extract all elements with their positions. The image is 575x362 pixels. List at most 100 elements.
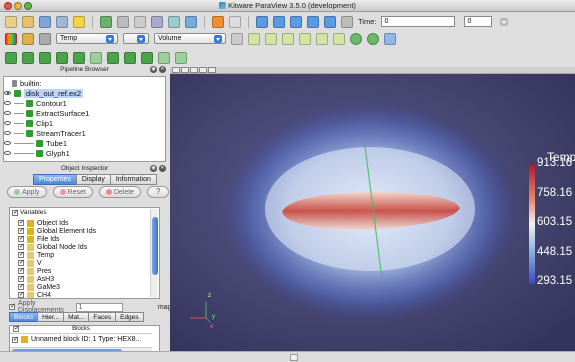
tab-faces[interactable]: Faces	[88, 312, 117, 322]
variable-checkbox[interactable]	[18, 290, 25, 298]
close-view-icon[interactable]	[208, 67, 216, 73]
representation-select[interactable]: Volume	[154, 33, 226, 44]
view-minus-y-icon[interactable]	[299, 32, 311, 45]
last-frame-icon[interactable]	[324, 15, 336, 28]
help-button[interactable]: ?	[147, 186, 170, 198]
warp-filter-icon[interactable]	[141, 51, 153, 64]
lookmark-icon[interactable]	[185, 15, 197, 28]
connect-icon[interactable]	[39, 15, 51, 28]
split-vertical-icon[interactable]	[181, 67, 189, 73]
slice-filter-icon[interactable]	[56, 51, 68, 64]
split-horizontal-icon[interactable]	[172, 67, 180, 73]
variables-scroll-thumb[interactable]	[152, 217, 158, 275]
help-icon[interactable]	[73, 15, 85, 28]
clip-filter-icon[interactable]	[39, 51, 51, 64]
extract-level-filter-icon[interactable]	[175, 51, 187, 64]
calculator-filter-icon[interactable]	[5, 51, 17, 64]
visibility-eye-icon[interactable]	[4, 141, 11, 145]
pick-center-cursor-icon[interactable]	[384, 32, 396, 45]
view-plus-z-icon[interactable]	[316, 32, 328, 45]
variable-row[interactable]: CH4	[18, 290, 51, 298]
pipeline-item-contour1[interactable]: Contour1	[4, 98, 67, 108]
tab-materials[interactable]: Mat...	[63, 312, 90, 322]
mapping-icon[interactable]	[39, 32, 51, 45]
visibility-eye-icon[interactable]	[4, 121, 11, 125]
glyph-filter-icon[interactable]	[107, 51, 119, 64]
first-frame-icon[interactable]	[256, 15, 268, 28]
pipeline-item-builtin[interactable]: builtin:	[12, 78, 42, 88]
view-plus-x-icon[interactable]	[248, 32, 260, 45]
tab-display[interactable]: Display	[75, 174, 111, 185]
close-panel-icon[interactable]: ✕	[159, 66, 166, 73]
visibility-eye-icon[interactable]	[4, 151, 11, 155]
tab-blocks[interactable]: Blocks	[9, 312, 39, 322]
tab-edges[interactable]: Edges	[115, 312, 144, 322]
select-cells-icon[interactable]	[134, 15, 146, 28]
variable-row[interactable]: Global Element Ids	[18, 226, 96, 235]
block-row[interactable]: Unnamed block ID: 1 Type: HEX8...	[12, 335, 141, 343]
close-panel-icon[interactable]: ✕	[159, 165, 166, 172]
view-plus-y-icon[interactable]	[282, 32, 294, 45]
redo-icon[interactable]	[229, 15, 241, 28]
reset-camera-icon[interactable]	[117, 15, 129, 28]
float-panel-icon[interactable]: ◉	[150, 165, 157, 172]
save-state-icon[interactable]	[22, 15, 34, 28]
visibility-eye-icon[interactable]	[4, 101, 11, 105]
select-points-icon[interactable]	[151, 15, 163, 28]
apply-button[interactable]: Apply	[7, 186, 47, 198]
loop-icon[interactable]	[341, 15, 353, 28]
pipeline-item-extractsurface1[interactable]: ExtractSurface1	[4, 108, 89, 118]
color-map-editor-icon[interactable]	[5, 32, 17, 45]
pipeline-item-glyph1[interactable]: Glyph1	[4, 148, 70, 158]
reset-view-icon[interactable]	[231, 32, 243, 45]
variables-select-all-checkbox[interactable]	[12, 208, 19, 216]
reset-button[interactable]: Reset	[52, 186, 93, 198]
pipeline-item-streamtracer1[interactable]: StreamTracer1	[4, 128, 86, 138]
next-frame-icon[interactable]	[307, 15, 319, 28]
tab-information[interactable]: Information	[109, 174, 157, 185]
timestep-spinbox[interactable]: 0	[464, 16, 493, 27]
view-settings-icon[interactable]	[199, 67, 207, 73]
view-minus-z-icon[interactable]	[333, 32, 345, 45]
variables-scrollbar[interactable]	[150, 209, 158, 297]
contour-filter-icon[interactable]	[22, 51, 34, 64]
apply-displacements-checkbox[interactable]	[9, 302, 16, 310]
float-panel-icon[interactable]: ◉	[150, 66, 157, 73]
tab-hierarchy[interactable]: Hier...	[37, 312, 65, 322]
rescale-range-icon[interactable]	[22, 32, 34, 45]
pipeline-item-tube1[interactable]: Tube1	[4, 138, 67, 148]
pipeline-item-disk-out-ref[interactable]: disk_out_ref.ex2	[4, 88, 84, 98]
blocks-select-all-checkbox[interactable]	[13, 324, 20, 332]
time-input[interactable]: 0	[381, 16, 456, 27]
disconnect-icon[interactable]	[56, 15, 68, 28]
interactive-select-icon[interactable]	[168, 15, 180, 28]
variable-row[interactable]: Global Node Ids	[18, 242, 87, 251]
visibility-eye-icon[interactable]	[4, 91, 11, 95]
maximize-view-icon[interactable]	[190, 67, 198, 73]
reset-center-icon[interactable]	[367, 32, 379, 45]
play-icon[interactable]	[290, 15, 302, 28]
visibility-eye-icon[interactable]	[4, 111, 11, 115]
stream-tracer-filter-icon[interactable]	[124, 51, 136, 64]
resize-grip-icon[interactable]	[290, 354, 298, 361]
show-center-icon[interactable]	[350, 32, 362, 45]
pick-center-icon[interactable]	[100, 15, 112, 28]
color-by-select[interactable]: Temp	[56, 33, 118, 44]
tab-properties[interactable]: Properties	[33, 174, 77, 185]
pipeline-item-clip1[interactable]: Clip1	[4, 118, 53, 128]
extract-subset-filter-icon[interactable]	[90, 51, 102, 64]
view-minus-x-icon[interactable]	[265, 32, 277, 45]
variable-row[interactable]: Object Ids	[18, 218, 69, 227]
open-file-icon[interactable]	[5, 15, 17, 28]
undo-icon[interactable]	[212, 15, 224, 28]
displacement-magnitude-input[interactable]: 1	[75, 302, 123, 312]
visibility-eye-icon[interactable]	[4, 131, 11, 135]
previous-frame-icon[interactable]	[273, 15, 285, 28]
component-select[interactable]	[123, 33, 149, 44]
render-view[interactable]: x z y Temp 913.16 758.16 603.15 448.15 2…	[170, 74, 575, 351]
delete-button[interactable]: Delete	[98, 186, 142, 198]
block-checkbox[interactable]	[12, 335, 19, 343]
threshold-filter-icon[interactable]	[73, 51, 85, 64]
group-datasets-filter-icon[interactable]	[158, 51, 170, 64]
timestep-stepper-icon[interactable]	[500, 17, 509, 26]
